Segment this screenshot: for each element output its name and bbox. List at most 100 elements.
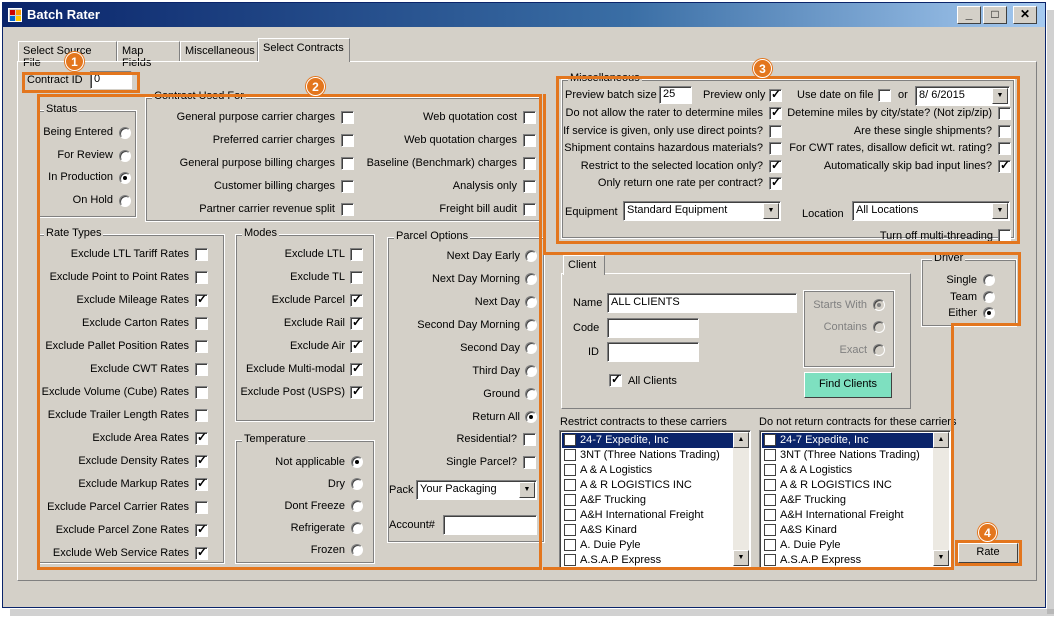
misc-option-checkbox[interactable] [769, 175, 782, 190]
rate-type-checkbox[interactable] [195, 453, 208, 468]
tab-client[interactable]: Client [563, 255, 605, 275]
carrier-list-item[interactable]: A & R LOGISTICS INC [562, 478, 734, 493]
starts-with-radio[interactable] [873, 299, 885, 311]
misc-option-checkbox[interactable] [998, 158, 1011, 173]
tab-select-contracts[interactable]: Select Contracts [258, 38, 350, 62]
carrier-checkbox[interactable] [764, 434, 776, 446]
misc-option-checkbox[interactable] [769, 105, 782, 120]
carrier-checkbox[interactable] [764, 524, 776, 536]
tab-miscellaneous[interactable]: Miscellaneous [180, 41, 258, 61]
client-name-input[interactable]: ALL CLIENTS [607, 293, 797, 313]
rate-type-checkbox[interactable] [195, 340, 208, 353]
client-code-input[interactable] [607, 318, 699, 338]
carrier-checkbox[interactable] [564, 479, 576, 491]
temperature-radio[interactable] [351, 500, 363, 512]
rate-type-checkbox[interactable] [195, 501, 208, 514]
carrier-list-item[interactable]: A&F Trucking [762, 493, 934, 508]
rate-type-checkbox[interactable] [195, 409, 208, 422]
mode-checkbox[interactable] [350, 271, 363, 284]
rate-type-checkbox[interactable] [195, 545, 208, 560]
carrier-list-item[interactable]: A. Duie Pyle [562, 538, 734, 553]
scroll-down-icon[interactable]: ▼ [733, 550, 749, 566]
parcel-option-radio[interactable] [525, 365, 537, 377]
restrict-scrollbar[interactable]: ▲ ▼ [733, 432, 749, 566]
exclude-carriers-list[interactable]: A.S.A.P Express A. Duie Pyle A&S Kinard A&H… [759, 430, 951, 568]
carrier-list-item[interactable]: A&H International Freight [762, 508, 934, 523]
rate-type-checkbox[interactable] [195, 248, 208, 261]
rate-type-checkbox[interactable] [195, 430, 208, 445]
mode-checkbox[interactable] [350, 315, 363, 330]
driver-either-radio[interactable] [983, 307, 995, 319]
minimize-button[interactable]: _ [957, 6, 981, 24]
mode-checkbox[interactable] [350, 248, 363, 261]
rate-type-checkbox[interactable] [195, 522, 208, 537]
mode-checkbox[interactable] [350, 361, 363, 376]
carrier-checkbox[interactable] [764, 509, 776, 521]
parcel-option-radio[interactable] [525, 388, 537, 400]
carrier-list-item[interactable]: A & A Logistics [762, 463, 934, 478]
tab-map-fields[interactable]: Map Fields [117, 41, 180, 69]
scroll-up-icon[interactable]: ▲ [933, 432, 949, 448]
rate-type-checkbox[interactable] [195, 271, 208, 284]
carrier-list-item[interactable]: 3NT (Three Nations Trading) [762, 448, 934, 463]
rate-type-checkbox[interactable] [195, 363, 208, 376]
carrier-checkbox[interactable] [764, 554, 776, 566]
scroll-down-icon[interactable]: ▼ [933, 550, 949, 566]
mode-checkbox[interactable] [350, 384, 363, 399]
find-clients-button[interactable]: Find Clients [804, 372, 892, 398]
misc-option-checkbox[interactable] [769, 124, 782, 138]
carrier-list-item[interactable]: 3NT (Three Nations Trading) [562, 448, 734, 463]
carrier-checkbox[interactable] [564, 464, 576, 476]
exact-radio[interactable] [873, 344, 885, 356]
mode-checkbox[interactable] [350, 338, 363, 353]
maximize-button[interactable]: □ [983, 6, 1007, 24]
carrier-checkbox[interactable] [764, 449, 776, 461]
carrier-list-item[interactable]: A&S Kinard [762, 523, 934, 538]
carrier-list-item[interactable]: 24-7 Expedite, Inc [562, 433, 734, 448]
carrier-checkbox[interactable] [764, 539, 776, 551]
misc-option-checkbox[interactable] [998, 142, 1011, 155]
carrier-list-item[interactable]: A&F Trucking [562, 493, 734, 508]
exclude-scrollbar[interactable]: ▲ ▼ [933, 432, 949, 566]
carrier-list-item[interactable]: A&H International Freight [562, 508, 734, 523]
misc-option-checkbox[interactable] [769, 142, 782, 155]
driver-team-radio[interactable] [983, 291, 995, 303]
parcel-option-radio[interactable] [525, 319, 537, 331]
client-id-input[interactable] [607, 342, 699, 362]
rate-type-checkbox[interactable] [195, 317, 208, 330]
misc-option-checkbox[interactable] [769, 158, 782, 173]
carrier-list-item[interactable]: A & A Logistics [562, 463, 734, 478]
close-button[interactable]: ✕ [1013, 6, 1037, 24]
carrier-checkbox[interactable] [564, 509, 576, 521]
rate-type-checkbox[interactable] [195, 386, 208, 399]
carrier-checkbox[interactable] [564, 539, 576, 551]
carrier-checkbox[interactable] [564, 449, 576, 461]
carrier-list-item[interactable]: A&S Kinard [562, 523, 734, 538]
all-clients-checkbox[interactable] [609, 372, 622, 387]
carrier-list-item[interactable]: A. Duie Pyle [762, 538, 934, 553]
misc-option-checkbox[interactable] [998, 107, 1011, 120]
carrier-checkbox[interactable] [564, 494, 576, 506]
temperature-radio[interactable] [351, 456, 363, 468]
carrier-checkbox[interactable] [564, 524, 576, 536]
carrier-checkbox[interactable] [564, 554, 576, 566]
contains-radio[interactable] [873, 321, 885, 333]
mode-checkbox[interactable] [350, 292, 363, 307]
carrier-list-item[interactable]: A.S.A.P Express [562, 553, 734, 567]
carrier-checkbox[interactable] [764, 464, 776, 476]
temperature-radio[interactable] [351, 478, 363, 490]
carrier-checkbox[interactable] [764, 494, 776, 506]
carrier-checkbox[interactable] [764, 479, 776, 491]
parcel-option-radio[interactable] [525, 250, 537, 262]
driver-single-radio[interactable] [983, 274, 995, 286]
parcel-option-radio[interactable] [525, 411, 537, 423]
misc-option-checkbox[interactable] [998, 124, 1011, 138]
rate-type-checkbox[interactable] [195, 292, 208, 307]
temperature-radio[interactable] [351, 544, 363, 556]
rate-type-checkbox[interactable] [195, 476, 208, 491]
carrier-list-item[interactable]: 24-7 Expedite, Inc [762, 433, 934, 448]
parcel-option-radio[interactable] [525, 342, 537, 354]
scroll-up-icon[interactable]: ▲ [733, 432, 749, 448]
carrier-checkbox[interactable] [564, 434, 576, 446]
parcel-option-radio[interactable] [525, 273, 537, 285]
